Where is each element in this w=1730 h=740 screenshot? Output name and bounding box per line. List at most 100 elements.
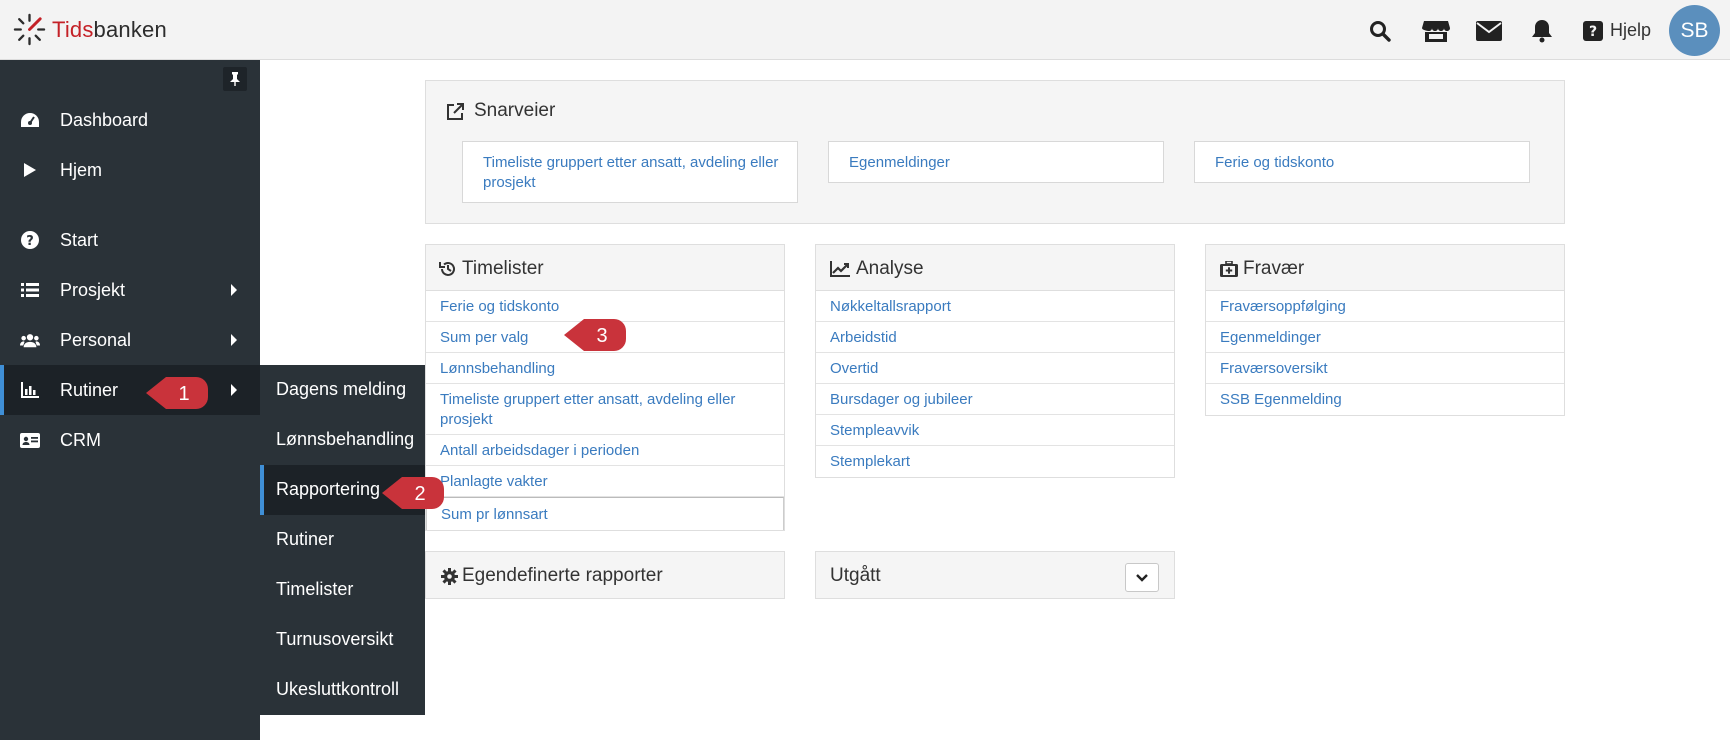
submenu-item-label: Lønnsbehandling — [276, 429, 415, 449]
report-link-label: Egenmeldinger — [1220, 329, 1321, 346]
logo-clock-icon — [13, 13, 46, 46]
analyse-title: Analyse — [856, 258, 924, 279]
report-link-label: Stempleavvik — [830, 422, 920, 439]
submenu-item-label: Timelister — [276, 579, 354, 599]
sidebar-item-crm[interactable]: CRM — [0, 415, 260, 465]
fravaer-panel: Fravær Fraværsoppfølging Egenmeldinger F… — [1205, 244, 1565, 416]
shortcut-link-timeliste[interactable]: Timeliste gruppert etter ansatt, avdelin… — [462, 141, 798, 203]
report-link-label: Sum pr lønnsart — [441, 506, 548, 523]
shortcut-link-egenmeldinger[interactable]: Egenmeldinger — [828, 141, 1164, 183]
utgatt-panel: Utgått — [815, 551, 1175, 599]
callout-2: 2 — [380, 473, 446, 511]
report-link-lonnsbehandling[interactable]: Lønnsbehandling — [426, 353, 784, 384]
shortcuts-title: Snarveier — [474, 100, 556, 121]
timelister-panel-header: Timelister — [426, 245, 784, 291]
report-link-stempleavvik[interactable]: Stempleavvik — [816, 415, 1174, 446]
play-icon — [20, 160, 40, 180]
callout-1-number: 1 — [178, 383, 189, 405]
logo-text-dark: banken — [93, 16, 167, 42]
sidebar-item-label: Hjem — [60, 160, 103, 180]
fravaer-title: Fravær — [1243, 258, 1305, 279]
svg-text:?: ? — [1589, 24, 1597, 40]
gauge-icon — [20, 110, 40, 130]
egendefinerte-panel-header: Egendefinerte rapporter — [426, 552, 784, 598]
sidebar-item-label: Prosjekt — [60, 280, 126, 300]
sidebar-item-start[interactable]: ? Start — [0, 215, 260, 265]
sidebar-item-hjem[interactable]: Hjem — [0, 145, 260, 195]
gear-icon — [440, 567, 458, 585]
chevron-down-icon — [1136, 573, 1148, 582]
report-link-label: Overtid — [830, 360, 879, 377]
shortcut-link-label: Egenmeldinger — [849, 154, 950, 171]
avatar[interactable]: SB — [1669, 5, 1720, 56]
submenu-item-dagens-melding[interactable]: Dagens melding — [260, 365, 425, 415]
shortcut-link-ferie[interactable]: Ferie og tidskonto — [1194, 141, 1530, 183]
report-link-label: Planlagte vakter — [440, 473, 548, 490]
utgatt-panel-header: Utgått — [816, 552, 1174, 598]
users-icon — [20, 330, 40, 350]
analyse-panel-header: Analyse — [816, 245, 1174, 291]
report-link-bursdager[interactable]: Bursdager og jubileer — [816, 384, 1174, 415]
top-bar: Tidsbanken ? Hjelp SB — [0, 0, 1730, 60]
report-link-ssb-egenmelding[interactable]: SSB Egenmelding — [1206, 384, 1564, 415]
report-link-arbeidstid[interactable]: Arbeidstid — [816, 322, 1174, 353]
sidebar-item-prosjekt[interactable]: Prosjekt — [0, 265, 260, 315]
sidebar-item-label: Rutiner — [60, 380, 119, 400]
line-chart-icon — [829, 260, 851, 278]
medkit-icon — [1220, 260, 1238, 278]
report-link-planlagte-vakter[interactable]: Planlagte vakter — [426, 466, 784, 497]
sidebar-item-label: Dashboard — [60, 110, 149, 130]
submenu-item-label: Rapportering — [276, 479, 381, 499]
report-link-egenmeldinger[interactable]: Egenmeldinger — [1206, 322, 1564, 353]
callout-2-number: 2 — [414, 483, 425, 505]
report-link-fravaersoppfolging[interactable]: Fraværsoppfølging — [1206, 291, 1564, 322]
timelister-panel: Timelister Ferie og tidskonto Sum per va… — [425, 244, 785, 531]
sidebar-item-personal[interactable]: Personal — [0, 315, 260, 365]
submenu-item-ukesluttkontroll[interactable]: Ukesluttkontroll — [260, 665, 425, 715]
egendefinerte-panel[interactable]: Egendefinerte rapporter — [425, 551, 785, 599]
external-link-icon — [445, 102, 465, 122]
report-link-label: Arbeidstid — [830, 329, 897, 346]
search-icon[interactable] — [1365, 16, 1395, 46]
submenu-item-turnusoversikt[interactable]: Turnusoversikt — [260, 615, 425, 665]
report-link-nokkeltallsrapport[interactable]: Nøkkeltallsrapport — [816, 291, 1174, 322]
help-icon[interactable]: ? — [1578, 16, 1608, 46]
list-icon — [20, 280, 40, 300]
shortcut-link-label: Ferie og tidskonto — [1215, 154, 1335, 171]
caret-right-icon — [231, 334, 237, 346]
pin-icon[interactable] — [223, 67, 247, 91]
logo-text-red: Tids — [52, 16, 94, 42]
submenu-item-label: Rutiner — [276, 529, 335, 549]
egendefinerte-title: Egendefinerte rapporter — [462, 565, 663, 586]
help-link[interactable]: Hjelp — [1610, 20, 1651, 41]
utgatt-expand-button[interactable] — [1125, 563, 1159, 592]
report-link-fravaersoversikt[interactable]: Fraværsoversikt — [1206, 353, 1564, 384]
report-link-stemplekart[interactable]: Stemplekart — [816, 446, 1174, 477]
caret-right-icon — [231, 284, 237, 296]
report-link-timeliste-gruppert[interactable]: Timeliste gruppert etter ansatt, avdelin… — [426, 384, 784, 435]
callout-3-number: 3 — [596, 325, 607, 347]
shortcuts-panel: Snarveier Timeliste gruppert etter ansat… — [425, 80, 1565, 224]
svg-text:?: ? — [26, 234, 34, 249]
shortcut-link-label: Timeliste gruppert etter ansatt, avdelin… — [483, 154, 779, 191]
submenu-item-lonnsbehandling[interactable]: Lønnsbehandling — [260, 415, 425, 465]
bell-icon[interactable] — [1527, 16, 1557, 46]
report-link-label: Fraværsoversikt — [1220, 360, 1328, 377]
report-link-sum-pr-lonnsart[interactable]: Sum pr lønnsart — [426, 497, 784, 530]
envelope-icon[interactable] — [1474, 16, 1504, 46]
history-icon — [439, 260, 457, 278]
sidebar-item-dashboard[interactable]: Dashboard — [0, 95, 260, 145]
submenu-item-timelister[interactable]: Timelister — [260, 565, 425, 615]
submenu-item-label: Dagens melding — [276, 379, 407, 399]
report-link-antall-arbeidsdager[interactable]: Antall arbeidsdager i perioden — [426, 435, 784, 466]
caret-right-icon — [231, 384, 237, 396]
store-icon[interactable] — [1421, 16, 1451, 46]
submenu-item-label: Turnusoversikt — [276, 629, 394, 649]
callout-3: 3 — [562, 315, 628, 353]
submenu-item-rutiner[interactable]: Rutiner — [260, 515, 425, 565]
report-link-overtid[interactable]: Overtid — [816, 353, 1174, 384]
bar-chart-icon — [20, 380, 40, 400]
sidebar-item-rutiner[interactable]: Rutiner — [0, 365, 260, 415]
utgatt-title: Utgått — [830, 565, 881, 586]
tidsbanken-logo[interactable]: Tidsbanken — [13, 13, 167, 46]
